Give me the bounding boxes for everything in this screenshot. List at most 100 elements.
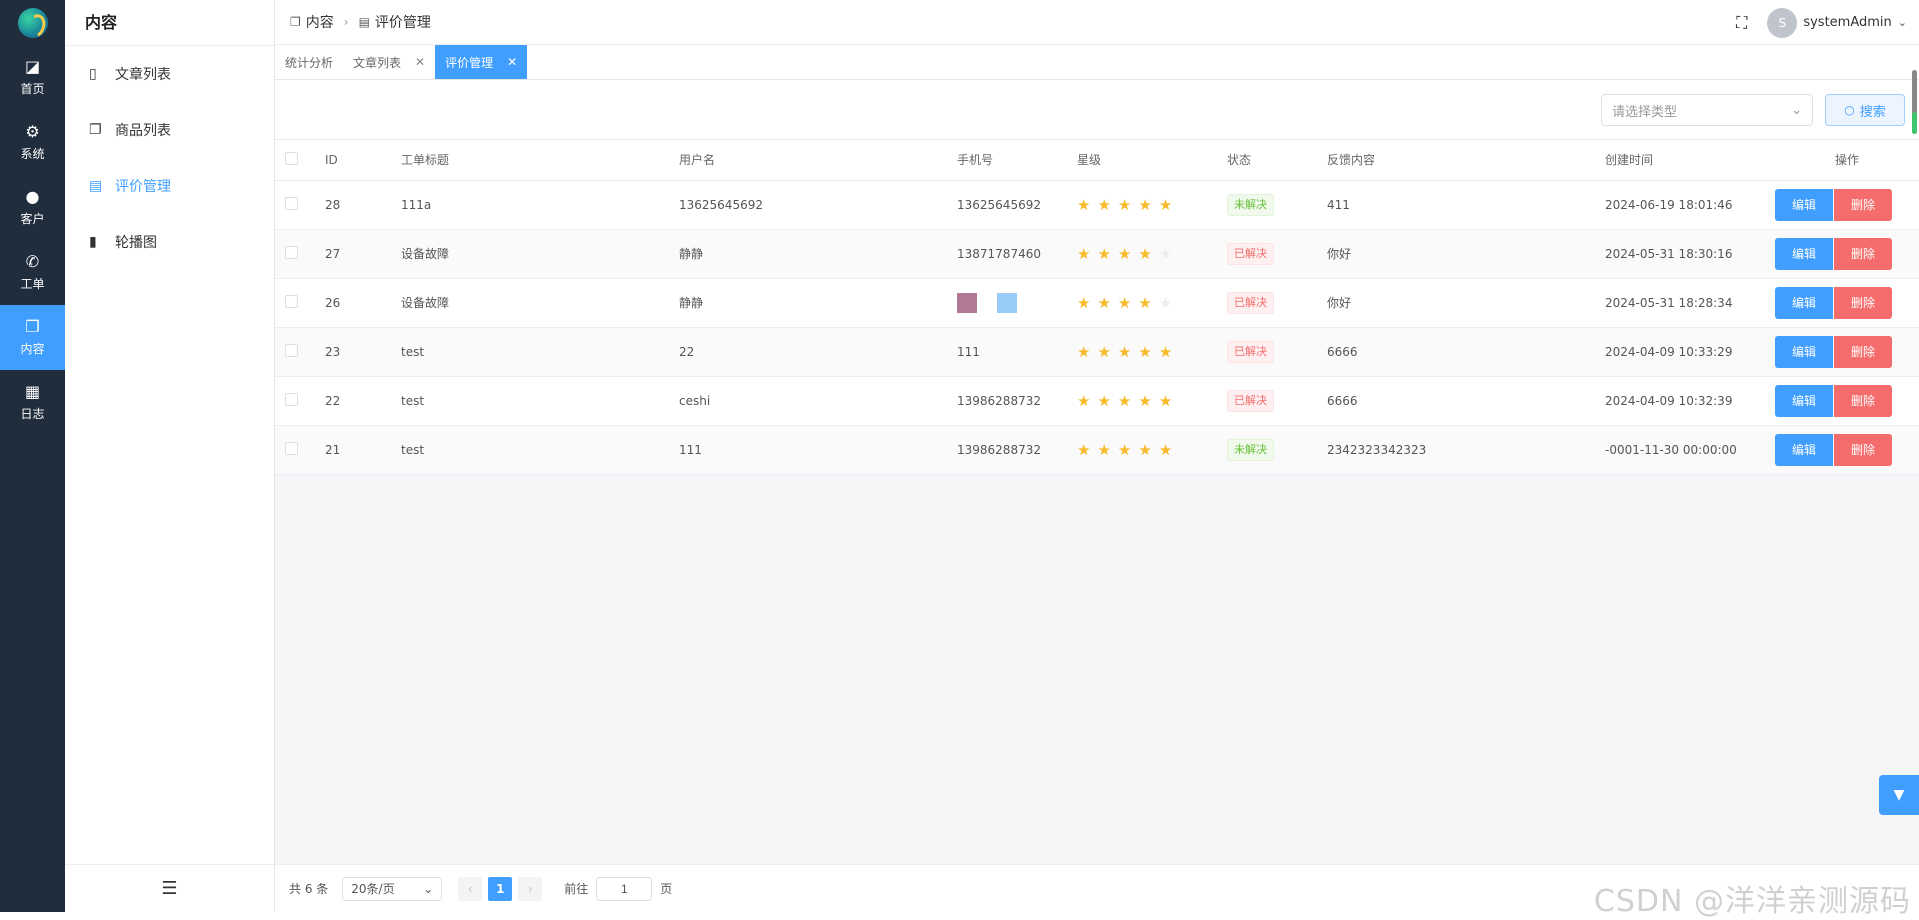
- actions-cell: 编辑 删除: [1765, 278, 1919, 328]
- close-icon[interactable]: ✕: [415, 55, 425, 69]
- star-icon: ★: [1077, 293, 1091, 312]
- filter-toolbar: 请选择类型 ⌄ ○ 搜索: [275, 80, 1919, 140]
- rail-item[interactable]: ❐ 内容: [0, 305, 65, 370]
- edit-button[interactable]: 编辑: [1775, 286, 1833, 319]
- tab[interactable]: 统计分析: [275, 45, 343, 79]
- clipboard-icon: ▮: [89, 234, 97, 250]
- edit-button[interactable]: 编辑: [1775, 237, 1833, 270]
- id-cell: 23: [315, 327, 391, 377]
- page-scrollbar[interactable]: [1912, 70, 1917, 134]
- row-checkbox[interactable]: [285, 343, 298, 357]
- column-header: 工单标题: [391, 140, 669, 181]
- prev-page-button[interactable]: ‹: [458, 876, 483, 901]
- user-cell: 静静: [669, 278, 947, 328]
- chevron-down-icon[interactable]: ⌄: [1898, 16, 1907, 29]
- row-checkbox[interactable]: [285, 392, 298, 406]
- star-icon: ★: [1138, 342, 1152, 361]
- chevron-down-icon: ⌄: [423, 881, 434, 896]
- delete-button[interactable]: 删除: [1834, 335, 1892, 368]
- edit-button[interactable]: 编辑: [1775, 433, 1833, 466]
- page-number-current[interactable]: 1: [488, 876, 513, 901]
- tab[interactable]: 评价管理 ✕: [435, 45, 528, 79]
- sidebar-item-label: 商品列表: [115, 123, 171, 139]
- feedback-cell: 你好: [1317, 278, 1595, 328]
- table-header-row: ID 工单标题 用户名 手机号 星级 状态 反馈内容 创建时间 操作: [275, 140, 1919, 181]
- status-badge: 未解决: [1227, 193, 1274, 216]
- dashboard-icon: ◪: [24, 57, 41, 76]
- star-rating[interactable]: ★ ★ ★ ★ ★: [1077, 245, 1217, 263]
- type-select[interactable]: 请选择类型 ⌄: [1601, 94, 1813, 126]
- goto-page-input[interactable]: [596, 876, 653, 901]
- star-icon: ★: [1077, 244, 1091, 263]
- star-rating[interactable]: ★ ★ ★ ★ ★: [1077, 441, 1217, 459]
- delete-button[interactable]: 删除: [1834, 433, 1892, 466]
- sidebar-item[interactable]: ▮ 轮播图: [65, 214, 274, 270]
- star-rating[interactable]: ★ ★ ★ ★ ★: [1077, 196, 1217, 214]
- search-button[interactable]: ○ 搜索: [1825, 94, 1905, 126]
- edit-button[interactable]: 编辑: [1775, 335, 1833, 368]
- rail-item[interactable]: ✆ 工单: [0, 240, 65, 305]
- star-rating[interactable]: ★ ★ ★ ★ ★: [1077, 392, 1217, 410]
- username[interactable]: systemAdmin: [1803, 15, 1891, 30]
- sub-sidebar-title: 内容: [65, 0, 274, 46]
- help-float-button[interactable]: ▼: [1879, 775, 1919, 815]
- fullscreen-icon[interactable]: ⛶: [1736, 13, 1747, 33]
- phone-icon: ✆: [25, 252, 40, 271]
- rail-item[interactable]: ▦ 日志: [0, 370, 65, 435]
- collapse-menu-icon[interactable]: ☰: [65, 864, 274, 912]
- select-all-cell: [275, 140, 315, 181]
- phone-cell: 13625645692: [947, 180, 1067, 230]
- breadcrumb-item[interactable]: 内容: [306, 12, 334, 32]
- phone-cell: [947, 278, 1067, 328]
- star-icon: ★: [1138, 293, 1152, 312]
- header-right: ⛶ S systemAdmin ⌄: [1736, 0, 1907, 45]
- sidebar-item[interactable]: ❐ 商品列表: [65, 102, 274, 158]
- edit-button[interactable]: 编辑: [1775, 384, 1833, 417]
- select-all-checkbox[interactable]: [285, 151, 298, 165]
- calendar-icon: ▦: [24, 382, 41, 401]
- table-row: 26 设备故障 静静 ★ ★ ★ ★ ★ 已解决 你好 2024-05-31 18:28:34 编辑删…: [275, 278, 1919, 328]
- star-rating[interactable]: ★ ★ ★ ★ ★: [1077, 343, 1217, 361]
- delete-button[interactable]: 删除: [1834, 188, 1892, 221]
- user-cell: ceshi: [669, 376, 947, 426]
- rail-item[interactable]: ⚙ 系统: [0, 110, 65, 175]
- status-cell: 未解决: [1217, 425, 1317, 475]
- row-checkbox[interactable]: [285, 245, 298, 259]
- avatar[interactable]: S: [1767, 7, 1798, 38]
- delete-button[interactable]: 删除: [1834, 384, 1892, 417]
- edit-button[interactable]: 编辑: [1775, 188, 1833, 221]
- row-checkbox-cell: [275, 327, 315, 377]
- feedback-cell: 6666: [1317, 327, 1595, 377]
- tab[interactable]: 文章列表 ✕: [343, 45, 435, 79]
- gear-icon: ⚙: [25, 122, 40, 141]
- star-icon: ★: [1097, 342, 1111, 361]
- created-cell: 2024-05-31 18:30:16: [1595, 229, 1765, 279]
- phone-cell: 13986288732: [947, 425, 1067, 475]
- delete-button[interactable]: 删除: [1834, 237, 1892, 270]
- star-icon: ★: [1158, 244, 1173, 263]
- document-icon: ▤: [89, 178, 103, 194]
- sidebar-item[interactable]: ▯ 文章列表: [65, 46, 274, 102]
- delete-button[interactable]: 删除: [1834, 286, 1892, 319]
- page-size-select[interactable]: 20条/页 ⌄: [342, 876, 443, 901]
- title-cell: 设备故障: [391, 278, 669, 328]
- star-icon: ★: [1138, 440, 1152, 459]
- next-page-button[interactable]: ›: [518, 876, 543, 901]
- close-icon[interactable]: ✕: [507, 55, 517, 69]
- row-checkbox[interactable]: [285, 441, 298, 455]
- star-icon: ★: [1158, 391, 1173, 410]
- row-checkbox[interactable]: [285, 294, 298, 308]
- title-cell: 111a: [391, 180, 669, 230]
- sidebar-item[interactable]: ▤ 评价管理: [65, 158, 274, 214]
- star-icon: ★: [1077, 440, 1091, 459]
- type-select-placeholder: 请选择类型: [1612, 104, 1678, 120]
- sidebar-item-label: 轮播图: [115, 235, 157, 251]
- rail-item[interactable]: ◪ 首页: [0, 45, 65, 110]
- title-cell: test: [391, 425, 669, 475]
- rail-item[interactable]: ● 客户: [0, 175, 65, 240]
- row-checkbox[interactable]: [285, 196, 298, 210]
- status-badge: 已解决: [1227, 340, 1274, 363]
- app-logo[interactable]: [0, 0, 65, 45]
- star-rating[interactable]: ★ ★ ★ ★ ★: [1077, 294, 1217, 312]
- phone-cell: 13986288732: [947, 376, 1067, 426]
